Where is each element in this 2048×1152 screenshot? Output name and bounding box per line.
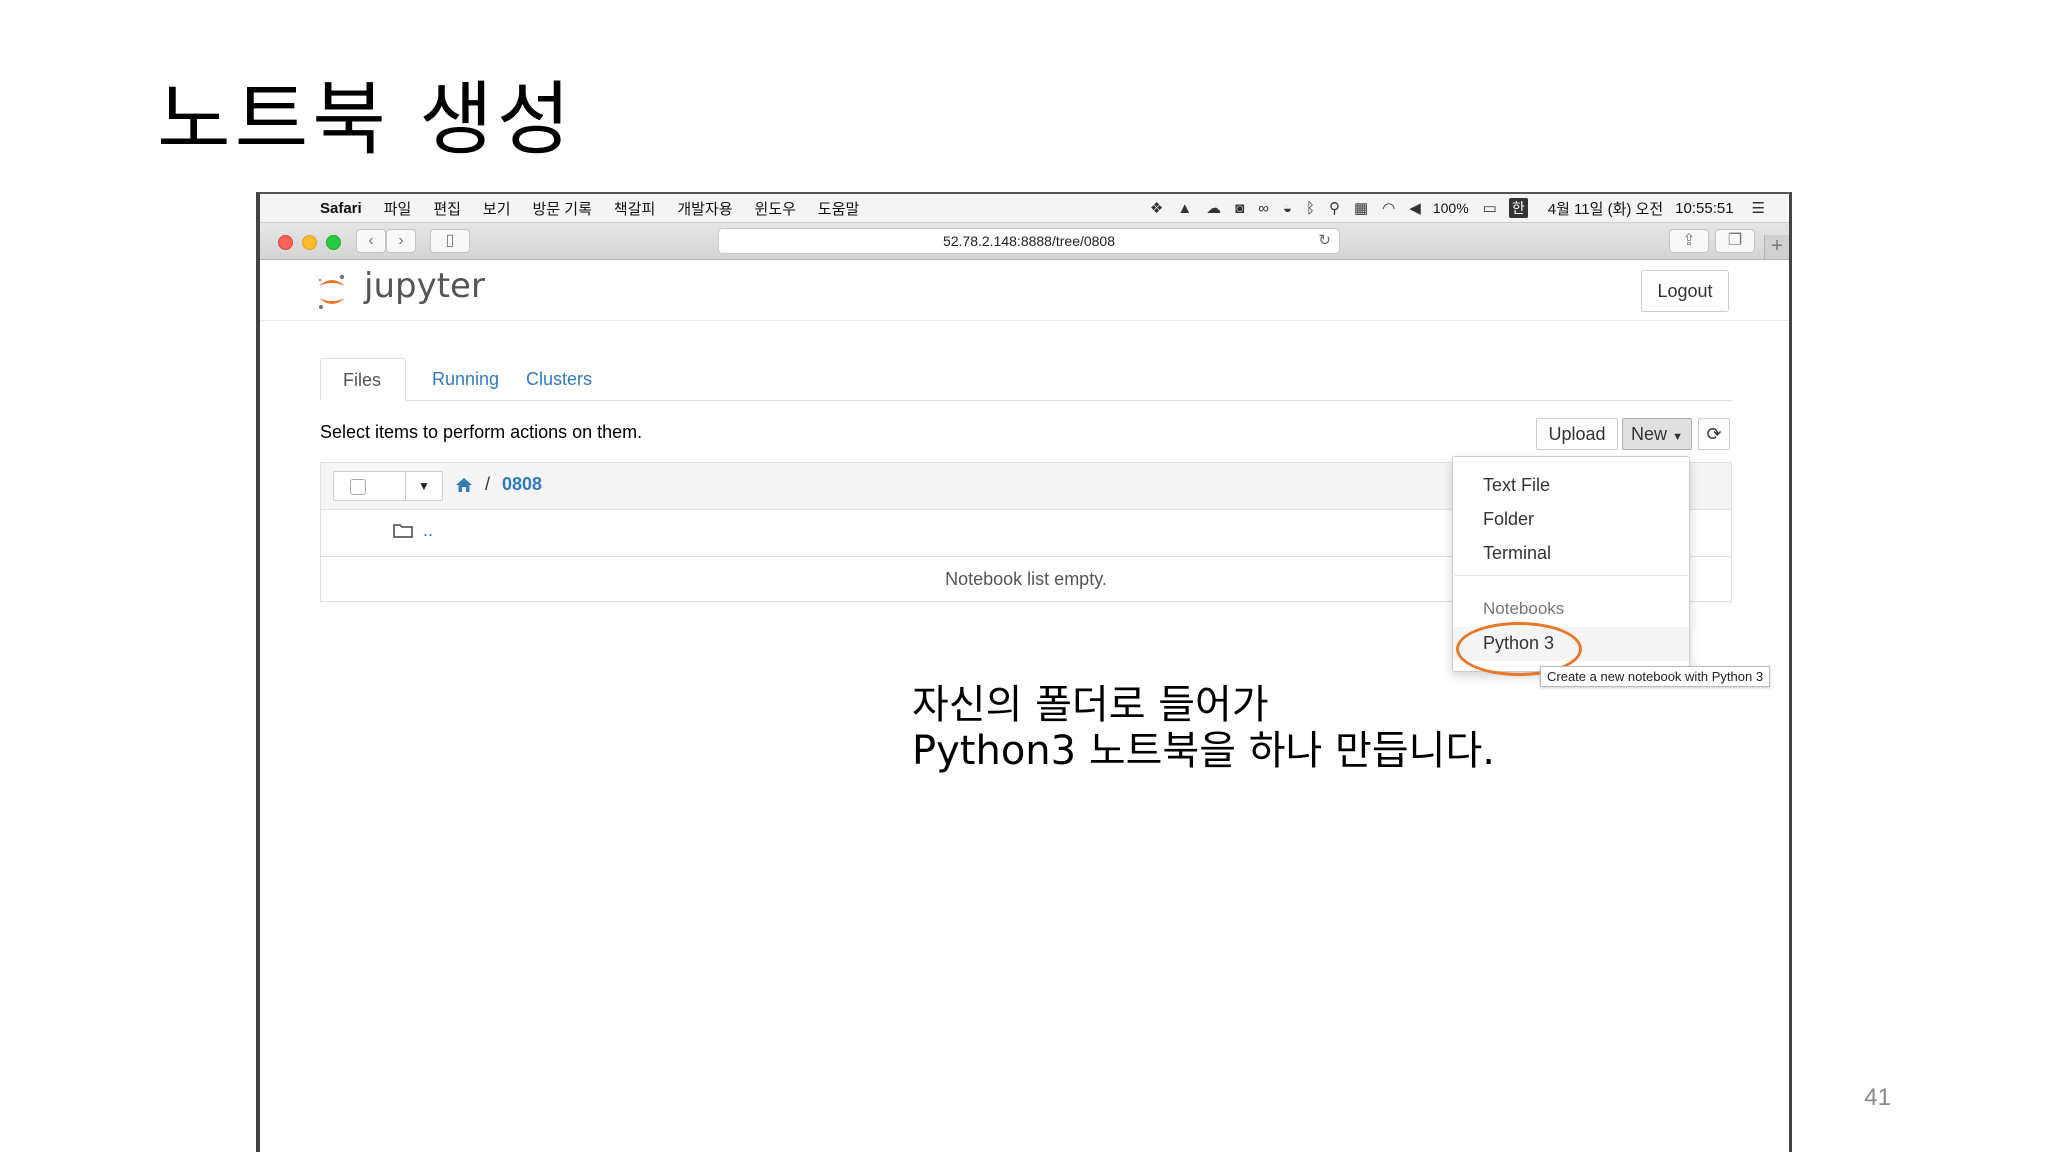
menu-section-notebooks: Notebooks	[1483, 599, 1565, 618]
keyboard-icon[interactable]: ▦	[1354, 199, 1368, 217]
minimize-window-button[interactable]	[302, 235, 317, 250]
select-dropdown-caret-icon[interactable]: ▼	[405, 472, 442, 500]
parent-directory-link[interactable]: ..	[423, 520, 433, 541]
slide-title: 노트북 생성	[157, 73, 575, 166]
input-method-indicator[interactable]: 한	[1508, 198, 1528, 218]
breadcrumb: / 0808	[455, 474, 542, 495]
jupyter-logo-icon[interactable]	[316, 272, 348, 312]
back-button[interactable]: ‹	[356, 229, 386, 253]
menu-help[interactable]: 도움말	[818, 198, 859, 219]
status-area: ❖ ▲ ☁ ◙ ∞ ◒ ᛒ ⚲ ▦ ◠ ◀ 100% ▭ 한 4월 11일 (화…	[1136, 198, 1765, 219]
folder-icon	[393, 524, 413, 538]
jupyter-header: jupyter Logout	[260, 260, 1789, 321]
menu-time[interactable]: 10:55:51	[1675, 200, 1733, 217]
refresh-icon[interactable]: ⟳	[1698, 418, 1730, 450]
spotlight-search-icon[interactable]: ⚲	[1329, 199, 1340, 217]
breadcrumb-separator: /	[485, 474, 491, 494]
menu-bookmarks[interactable]: 책갈피	[614, 198, 655, 219]
forward-button[interactable]: ›	[386, 229, 416, 253]
page-number: 41	[1864, 1084, 1891, 1111]
glasses-icon[interactable]: ∞	[1258, 200, 1269, 217]
url-text: 52.78.2.148:8888/tree/0808	[942, 233, 1116, 249]
menu-divider	[1454, 575, 1688, 576]
address-bar[interactable]: 52.78.2.148:8888/tree/0808 ↻	[718, 228, 1340, 254]
bluetooth-icon[interactable]: ᛒ	[1306, 200, 1315, 217]
share-icon[interactable]: ⇪	[1669, 229, 1709, 253]
wifi-icon[interactable]: ◠	[1382, 199, 1395, 217]
zoom-window-button[interactable]	[326, 235, 341, 250]
caption-line-1: 자신의 폴더로 들어가	[912, 682, 1269, 728]
python3-tooltip: Create a new notebook with Python 3	[1540, 666, 1771, 687]
show-tabs-icon[interactable]: ❐	[1715, 229, 1755, 253]
jupyter-tabs: Files Running Clusters	[320, 358, 1732, 401]
menu-view[interactable]: 보기	[483, 198, 511, 219]
battery-percent: 100%	[1432, 200, 1469, 216]
mac-menu-bar: Safari 파일 편집 보기 방문 기록 책갈피 개발자용 윈도우 도움말 ❖…	[260, 194, 1789, 223]
menu-history[interactable]: 방문 기록	[533, 198, 592, 219]
menu-file[interactable]: 파일	[384, 198, 412, 219]
slide-caption: 자신의 폴더로 들어가 Python3 노트북을 하나 만듭니다.	[912, 682, 1495, 774]
caption-line-2: Python3 노트북을 하나 만듭니다.	[912, 728, 1495, 774]
menu-item-folder[interactable]: Folder	[1483, 509, 1534, 530]
menu-app-safari[interactable]: Safari	[320, 200, 362, 217]
tab-clusters[interactable]: Clusters	[504, 358, 614, 401]
vpn-icon[interactable]: ◒	[1283, 200, 1292, 217]
caret-down-icon: ▼	[1672, 431, 1683, 443]
shield-icon[interactable]: ◙	[1235, 200, 1244, 217]
select-all-group: ▼	[333, 471, 443, 501]
logout-button[interactable]: Logout	[1641, 270, 1729, 312]
sidebar-toggle-icon[interactable]: ▯	[430, 229, 470, 253]
menu-window[interactable]: 윈도우	[755, 198, 796, 219]
dropbox-icon[interactable]: ❖	[1150, 199, 1163, 217]
new-dropdown-button[interactable]: New ▼	[1622, 418, 1692, 450]
notification-center-icon[interactable]: ☰	[1752, 199, 1765, 217]
menu-item-terminal[interactable]: Terminal	[1483, 543, 1551, 564]
menu-date[interactable]: 4월 11일 (화) 오전	[1548, 198, 1663, 219]
upload-button[interactable]: Upload	[1536, 418, 1618, 450]
home-icon[interactable]	[455, 477, 473, 493]
new-button-label: New	[1631, 424, 1668, 444]
google-drive-icon[interactable]: ▲	[1177, 200, 1192, 217]
tab-files[interactable]: Files	[320, 358, 406, 401]
browser-screenshot: Safari 파일 편집 보기 방문 기록 책갈피 개발자용 윈도우 도움말 ❖…	[256, 192, 1792, 1152]
select-all-checkbox[interactable]	[350, 479, 366, 495]
reload-icon[interactable]: ↻	[1318, 229, 1331, 253]
cloud-icon[interactable]: ☁	[1206, 199, 1221, 217]
browser-toolbar: ‹ › ▯ 52.78.2.148:8888/tree/0808 ↻ ⇪ ❐ +	[260, 223, 1789, 260]
close-window-button[interactable]	[278, 235, 293, 250]
menu-item-text-file[interactable]: Text File	[1483, 475, 1550, 496]
battery-icon[interactable]: ▭	[1483, 199, 1497, 217]
volume-icon[interactable]: ◀	[1409, 199, 1421, 217]
select-items-hint: Select items to perform actions on them.	[320, 422, 643, 442]
menu-edit[interactable]: 편집	[433, 198, 461, 219]
breadcrumb-current-folder[interactable]: 0808	[502, 474, 542, 495]
menu-develop[interactable]: 개발자용	[677, 198, 732, 219]
jupyter-wordmark[interactable]: jupyter	[364, 266, 485, 306]
new-tab-button[interactable]: +	[1764, 235, 1789, 259]
